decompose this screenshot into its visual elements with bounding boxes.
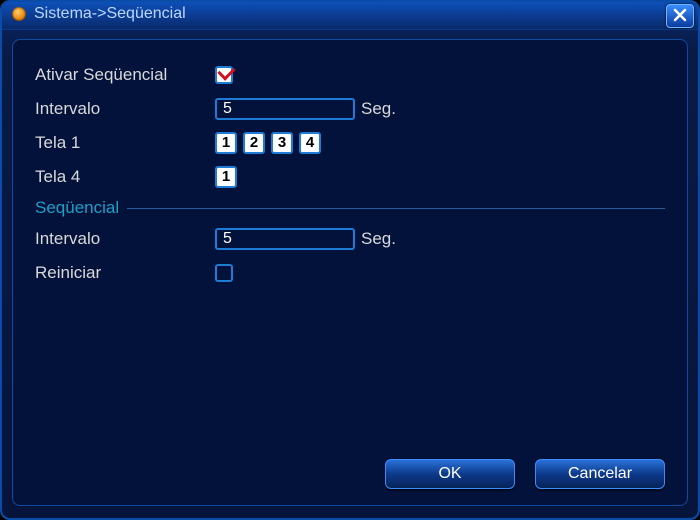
section-sequencial: Seqüencial bbox=[35, 198, 665, 218]
label-tela4: Tela 4 bbox=[35, 167, 215, 187]
label-intervalo-2: Intervalo bbox=[35, 229, 215, 249]
close-button[interactable] bbox=[666, 4, 694, 28]
tela1-chan-4[interactable]: 4 bbox=[299, 132, 321, 154]
cancel-button[interactable]: Cancelar bbox=[535, 459, 665, 489]
input-intervalo-1[interactable] bbox=[215, 98, 355, 120]
checkbox-reiniciar[interactable] bbox=[215, 264, 233, 282]
footer-buttons: OK Cancelar bbox=[385, 459, 665, 489]
app-icon bbox=[12, 7, 26, 21]
tela1-buttons: 1234 bbox=[215, 132, 321, 154]
label-ativar: Ativar Seqüencial bbox=[35, 65, 215, 85]
titlebar: Sistema->Seqüencial bbox=[2, 2, 698, 30]
unit-seg-1: Seg. bbox=[361, 99, 396, 119]
ok-button[interactable]: OK bbox=[385, 459, 515, 489]
label-tela1: Tela 1 bbox=[35, 133, 215, 153]
section-label: Seqüencial bbox=[35, 198, 119, 218]
tela4-chan-1[interactable]: 1 bbox=[215, 166, 237, 188]
title-text: Sistema->Seqüencial bbox=[34, 5, 186, 23]
close-icon bbox=[673, 8, 687, 22]
dialog-window: Sistema->Seqüencial Ativar Seqüencial In… bbox=[0, 0, 700, 520]
label-reiniciar: Reiniciar bbox=[35, 263, 215, 283]
tela1-chan-3[interactable]: 3 bbox=[271, 132, 293, 154]
unit-seg-2: Seg. bbox=[361, 229, 396, 249]
tela4-buttons: 1 bbox=[215, 166, 237, 188]
tela1-chan-2[interactable]: 2 bbox=[243, 132, 265, 154]
content-panel: Ativar Seqüencial Intervalo Seg. Tela 1 … bbox=[12, 39, 688, 506]
label-intervalo-1: Intervalo bbox=[35, 99, 215, 119]
input-intervalo-2[interactable] bbox=[215, 228, 355, 250]
tela1-chan-1[interactable]: 1 bbox=[215, 132, 237, 154]
title: Sistema->Seqüencial bbox=[2, 2, 698, 26]
section-divider bbox=[127, 208, 665, 209]
checkbox-ativar[interactable] bbox=[215, 66, 233, 84]
